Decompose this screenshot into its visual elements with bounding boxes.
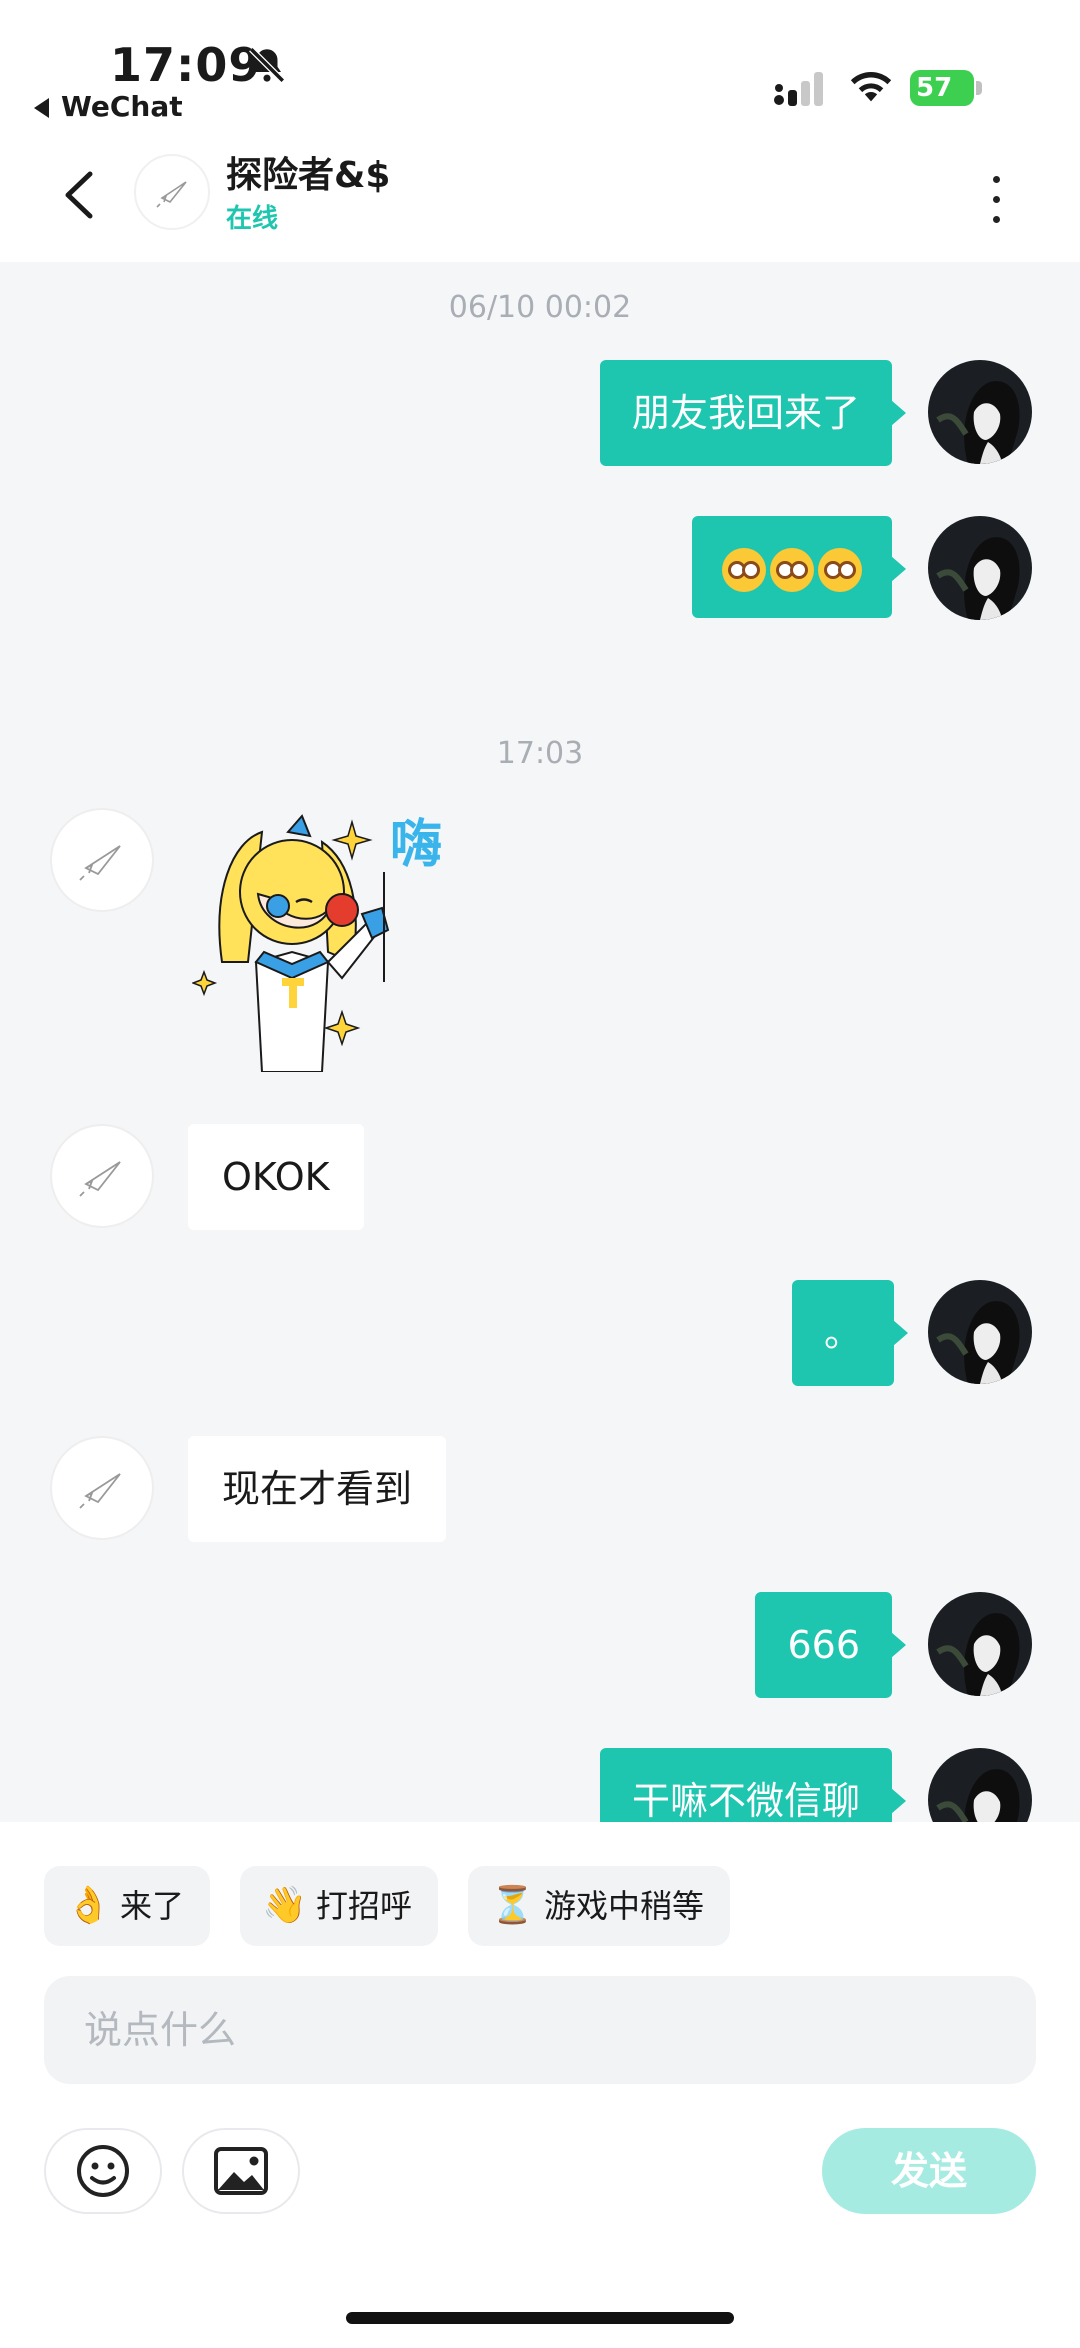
anime-girl-sticker[interactable]: 嗨 (192, 802, 452, 1072)
quick-reply-label: 来了 (120, 1887, 185, 1925)
hourglass-emoji: ⏳ (490, 1885, 535, 1926)
status-time: 17:09 (110, 38, 262, 92)
paper-plane-icon (79, 845, 121, 881)
back-chevron-icon[interactable] (56, 160, 100, 230)
message-composer: 👌 来了 👋 打招呼 ⏳ 游戏中稍等 发送 (0, 1822, 1080, 2348)
quick-reply-chip[interactable]: ⏳ 游戏中稍等 (468, 1866, 731, 1946)
ok-hand-emoji: 👌 (66, 1885, 111, 1926)
message-bubble-sent[interactable]: 干嘛不微信聊 (599, 1748, 907, 1822)
message-bubble-received[interactable]: 现在才看到 (188, 1436, 447, 1542)
paper-plane-icon (79, 1473, 121, 1509)
image-button[interactable] (182, 2128, 300, 2214)
more-options-icon[interactable] (980, 170, 1014, 230)
my-avatar[interactable] (928, 516, 1032, 620)
waving-hand-emoji: 👋 (262, 1885, 307, 1926)
contact-online-status: 在线 (226, 204, 279, 234)
send-button[interactable]: 发送 (822, 2128, 1036, 2214)
dizzy-face-emoji (770, 547, 814, 592)
status-bar: 17:09 WeChat 57 (0, 0, 1080, 130)
home-indicator (346, 2312, 734, 2324)
message-bubble-sent-emoji[interactable] (692, 516, 906, 618)
chat-header: 探险者&$ 在线 (0, 130, 1080, 262)
my-avatar[interactable] (928, 1748, 1032, 1822)
message-bubble-sent[interactable]: 666 (755, 1592, 906, 1698)
paper-plane-icon (156, 181, 187, 208)
contact-avatar[interactable] (50, 808, 154, 912)
contact-avatar[interactable] (134, 154, 210, 230)
quick-reply-chip[interactable]: 👋 打招呼 (240, 1866, 439, 1946)
message-bubble-sent[interactable]: 朋友我回来了 (599, 360, 907, 466)
back-app-label: WeChat (61, 90, 183, 123)
paper-plane-icon (79, 1161, 121, 1197)
quick-reply-label: 打招呼 (316, 1887, 413, 1925)
chat-message-list[interactable]: 06/10 00:02 朋友我回来了 17:03 嗨 OKOK 。 现在才看到 … (0, 262, 1080, 1822)
battery-level: 57 (916, 73, 953, 103)
message-bubble-sent[interactable]: 。 (791, 1280, 909, 1386)
contact-name: 探险者&$ (226, 155, 391, 196)
dizzy-face-emoji (818, 547, 862, 592)
contact-avatar[interactable] (50, 1124, 154, 1228)
message-timestamp: 17:03 (496, 736, 584, 771)
wifi-icon (850, 72, 892, 102)
dizzy-face-emoji (722, 547, 766, 592)
quick-reply-label: 游戏中稍等 (544, 1887, 705, 1925)
image-icon (214, 2147, 268, 2195)
quick-reply-chip[interactable]: 👌 来了 (44, 1866, 211, 1946)
emoji-button[interactable] (44, 2128, 162, 2214)
my-avatar[interactable] (928, 360, 1032, 464)
message-timestamp: 06/10 00:02 (448, 290, 632, 325)
contact-avatar[interactable] (50, 1436, 154, 1540)
my-avatar[interactable] (928, 1280, 1032, 1384)
message-input[interactable] (44, 1976, 1036, 2084)
back-to-app[interactable]: WeChat (34, 90, 183, 123)
sticker-caption: 嗨 (390, 815, 442, 875)
message-bubble-received[interactable]: OKOK (188, 1124, 364, 1230)
cellular-signal-icon (774, 72, 823, 106)
my-avatar[interactable] (928, 1592, 1032, 1696)
bell-muted-icon (249, 47, 285, 83)
battery-indicator: 57 (910, 70, 982, 106)
smiley-face-icon (77, 2145, 129, 2197)
back-triangle-icon (34, 98, 49, 118)
